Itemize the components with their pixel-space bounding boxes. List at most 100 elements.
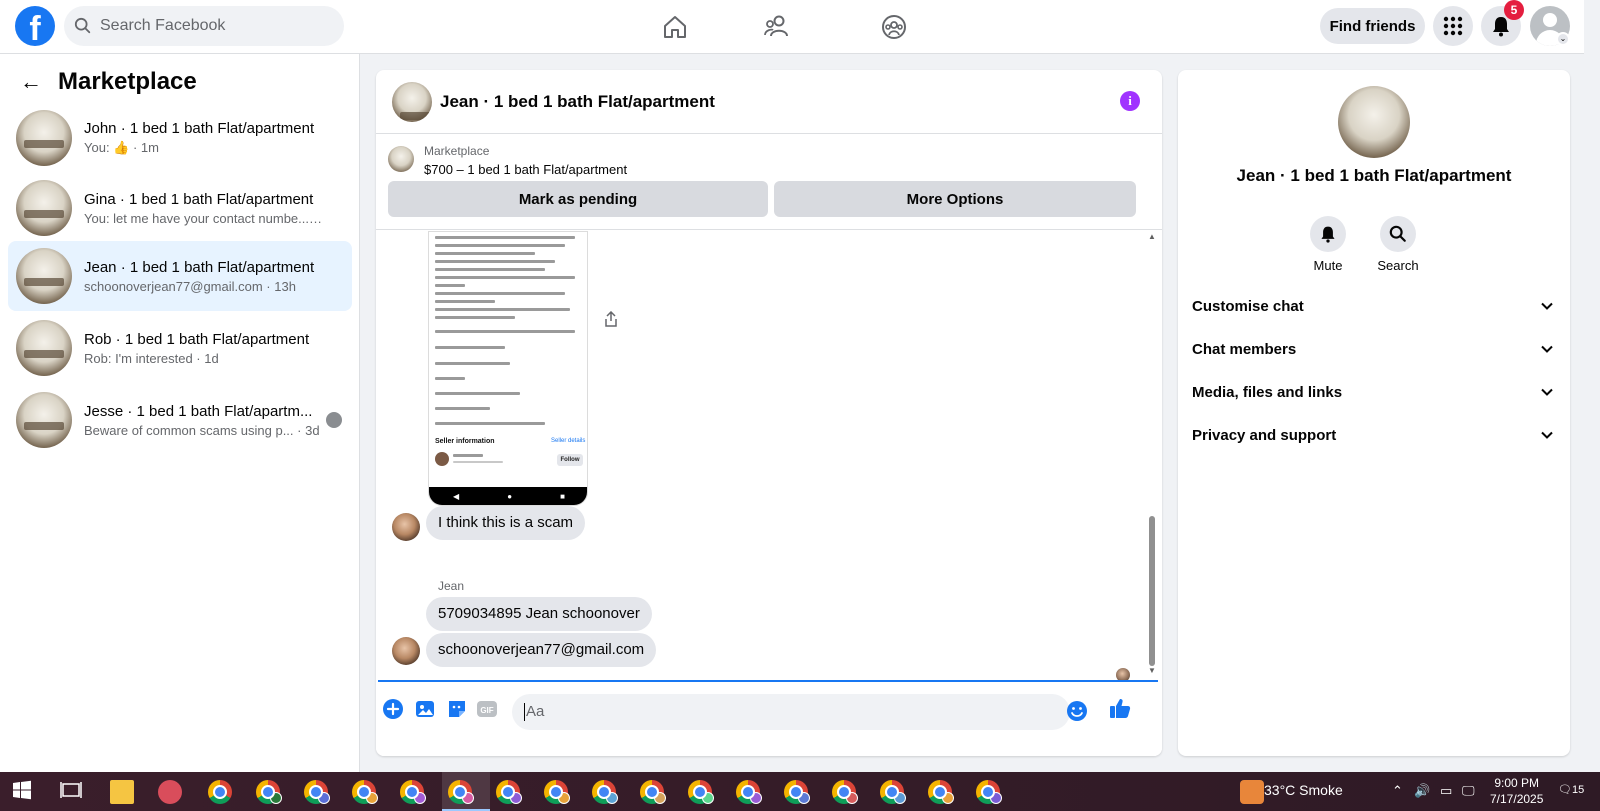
conversation-preview: schoonoverjean77@gmail.com · 13h [84, 278, 296, 294]
chrome-profile-icon[interactable] [400, 780, 426, 804]
sticker-icon[interactable] [446, 698, 468, 720]
seller-details-link: Seller details [551, 438, 586, 444]
gif-icon[interactable]: GIF [476, 698, 498, 720]
windows-start-icon[interactable] [12, 780, 36, 804]
friends-icon[interactable] [762, 12, 792, 42]
page-title: Marketplace [58, 68, 197, 95]
meet-icon[interactable]: ▭ [1440, 783, 1452, 799]
jean-avatar[interactable] [392, 513, 420, 541]
conversation-item-jesse[interactable]: Jesse · 1 bed 1 bath Flat/apartm... Bewa… [8, 388, 352, 452]
add-plus-icon[interactable] [382, 698, 404, 720]
listing-small-thumbnail[interactable] [388, 146, 414, 172]
mute-button[interactable]: Mute [1298, 216, 1358, 273]
speaker-icon[interactable]: 🔊 [1414, 783, 1430, 799]
notification-center-icon[interactable]: 🗨15 [1558, 783, 1584, 796]
paint-app-icon[interactable] [158, 780, 182, 804]
scroll-down-arrow[interactable]: ▼ [1148, 666, 1156, 675]
accordion-customise-chat[interactable]: Customise chat [1192, 288, 1554, 324]
chrome-profile-icon[interactable] [736, 780, 762, 804]
listing-thumbnail [16, 320, 72, 376]
back-arrow-icon[interactable]: ← [20, 69, 42, 95]
groups-icon[interactable] [879, 12, 909, 42]
chrome-profile-icon[interactable] [784, 780, 810, 804]
listing-price-title[interactable]: $700 – 1 bed 1 bath Flat/apartment [424, 162, 627, 177]
chrome-profile-icon[interactable] [304, 780, 330, 804]
scroll-up-arrow[interactable]: ▲ [1148, 232, 1156, 241]
chat-info-panel: Jean · 1 bed 1 bath Flat/apartment Mute … [1178, 70, 1570, 756]
photo-icon[interactable] [414, 698, 436, 720]
info-panel-title: Jean · 1 bed 1 bath Flat/apartment [1236, 166, 1512, 185]
search-in-chat-button[interactable]: Search [1368, 216, 1428, 273]
seen-status-icon [326, 412, 342, 428]
conversation-item-gina[interactable]: Gina · 1 bed 1 bath Flat/apartment You: … [8, 176, 352, 240]
facebook-logo[interactable]: f [15, 6, 55, 46]
listing-profile-photo[interactable] [1338, 86, 1410, 158]
chrome-profile-icon[interactable] [256, 780, 282, 804]
chevron-down-icon [1541, 345, 1553, 353]
message-thread[interactable]: Seller information Seller details Follow… [376, 231, 1162, 756]
thumbs-up-icon[interactable] [1108, 696, 1131, 718]
conversation-item-john[interactable]: John · 1 bed 1 bath Flat/apartment You: … [8, 106, 352, 170]
home-icon[interactable] [660, 12, 690, 42]
share-icon[interactable] [604, 310, 620, 327]
listing-thumbnail [16, 180, 72, 236]
chrome-profile-icon[interactable] [448, 780, 474, 804]
message-bubble[interactable]: schoonoverjean77@gmail.com [426, 633, 657, 667]
jean-avatar[interactable] [392, 637, 420, 665]
conversation-title: Rob · 1 bed 1 bath Flat/apartment [84, 330, 310, 348]
conversation-item-rob[interactable]: Rob · 1 bed 1 bath Flat/apartment Rob: I… [8, 316, 352, 380]
chrome-profile-icon[interactable] [496, 780, 522, 804]
accordion-chat-members[interactable]: Chat members [1192, 331, 1554, 367]
find-friends-button[interactable]: Find friends [1320, 8, 1425, 44]
search-placeholder: Search Facebook [100, 17, 226, 34]
conversation-title: John · 1 bed 1 bath Flat/apartment [84, 120, 315, 137]
conversation-preview: You: let me have your contact numbe... ·… [84, 210, 324, 226]
phone-nav-bar: ◀ ● ■ [429, 487, 587, 505]
search-icon [1389, 225, 1406, 242]
conversation-preview: Beware of common scams using p... · 3d [84, 422, 320, 438]
chrome-profile-icon[interactable] [640, 780, 666, 804]
weather-icon[interactable] [1240, 780, 1264, 804]
emoji-icon[interactable] [1066, 700, 1088, 722]
seller-information-label: Seller information [435, 438, 495, 445]
mark-as-pending-button[interactable]: Mark as pending [388, 181, 768, 217]
message-input[interactable]: Aa [512, 694, 1070, 730]
chat-listing-thumbnail[interactable] [392, 81, 432, 122]
chevron-down-icon [1541, 388, 1553, 396]
weather-text[interactable]: 33°C Smoke [1264, 782, 1343, 798]
network-icon[interactable]: 🖵 [1462, 783, 1475, 799]
sidebar-header: ← Marketplace [20, 68, 197, 96]
chevron-up-icon[interactable]: ⌃ [1392, 783, 1403, 799]
more-options-button[interactable]: More Options [774, 181, 1136, 217]
info-icon[interactable]: i [1120, 91, 1140, 111]
task-view-icon[interactable] [60, 780, 84, 804]
chrome-icon[interactable] [208, 780, 232, 804]
account-chevron-icon[interactable]: ⌄ [1556, 32, 1570, 46]
chrome-profile-icon[interactable] [976, 780, 1002, 804]
file-explorer-icon[interactable] [110, 780, 134, 804]
chrome-profile-icon[interactable] [832, 780, 858, 804]
chrome-profile-icon[interactable] [928, 780, 954, 804]
chrome-profile-icon[interactable] [880, 780, 906, 804]
marketplace-sidebar: ← Marketplace John · 1 bed 1 bath Flat/a… [0, 54, 360, 772]
accordion-privacy-support[interactable]: Privacy and support [1192, 417, 1554, 453]
svg-text:GIF: GIF [480, 706, 493, 715]
menu-grid-icon[interactable] [1433, 6, 1473, 46]
accordion-media-files-links[interactable]: Media, files and links [1192, 374, 1554, 410]
seller-avatar [435, 452, 449, 466]
listing-screenshot-image[interactable]: Seller information Seller details Follow… [428, 231, 588, 506]
chrome-profile-icon[interactable] [592, 780, 618, 804]
system-clock[interactable]: 9:00 PM 7/17/2025 [1490, 775, 1543, 807]
conversation-item-jean[interactable]: Jean · 1 bed 1 bath Flat/apartment schoo… [8, 241, 352, 311]
message-bubble[interactable]: I think this is a scam [426, 506, 586, 540]
search-input[interactable]: Search Facebook [64, 6, 344, 46]
chrome-profile-icon[interactable] [352, 780, 378, 804]
chrome-profile-icon[interactable] [544, 780, 570, 804]
accordion-label: Chat members [1192, 340, 1297, 358]
conversation-preview: You: 👍 · 1m [84, 140, 159, 155]
chrome-profile-icon[interactable] [688, 780, 714, 804]
chat-title[interactable]: Jean · 1 bed 1 bath Flat/apartment [440, 92, 715, 112]
accordion-label: Privacy and support [1192, 426, 1337, 444]
message-bubble[interactable]: 5709034895 Jean schoonover [426, 597, 652, 631]
scrollbar-thumb[interactable] [1149, 516, 1155, 666]
